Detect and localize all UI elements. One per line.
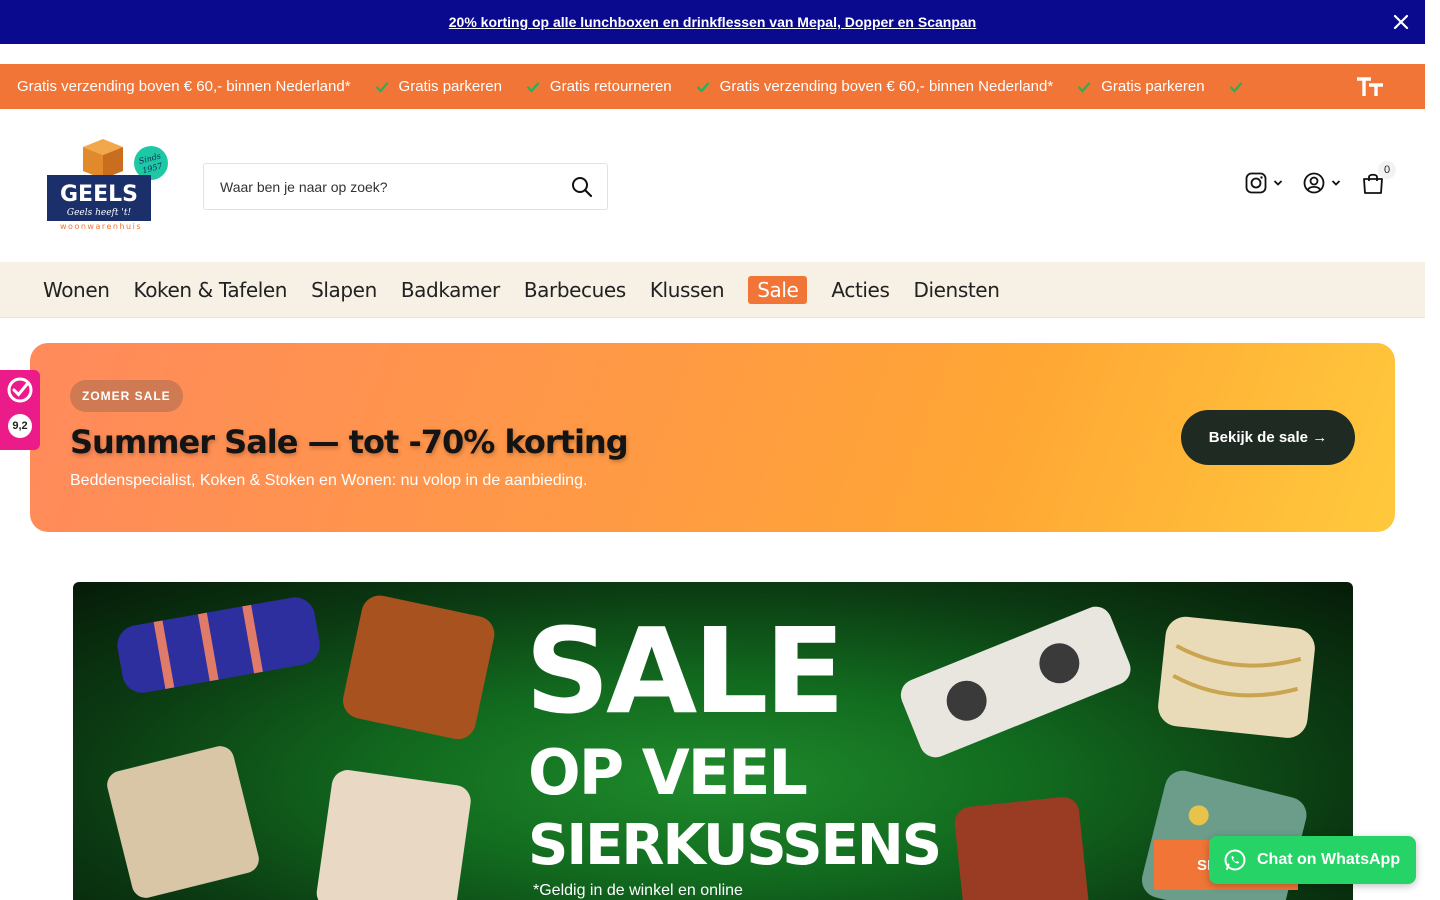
promo-title: Summer Sale — tot -70% korting bbox=[70, 423, 629, 461]
hero-subtitle: OP VEEL bbox=[528, 736, 808, 809]
instagram-menu[interactable] bbox=[1245, 172, 1283, 194]
user-icon bbox=[1303, 172, 1325, 194]
chevron-down-icon bbox=[1331, 180, 1341, 186]
check-icon bbox=[375, 81, 388, 93]
whatsapp-icon bbox=[1224, 849, 1246, 871]
nav-item-wonen[interactable]: Wonen bbox=[43, 278, 110, 302]
usp-bar: Gratis verzending boven € 60,- binnen Ne… bbox=[0, 64, 1425, 109]
nav-item-slapen[interactable]: Slapen bbox=[311, 278, 377, 302]
promo-pill: ZOMER SALE bbox=[70, 380, 183, 412]
usp-item: Gratis parkeren bbox=[375, 78, 502, 95]
hero-subtitle-2: SIERKUSSENS bbox=[528, 813, 942, 878]
whatsapp-chat-button[interactable]: Chat on WhatsApp bbox=[1209, 836, 1416, 884]
announcement-bar: 20% korting op alle lunchboxen en drinkf… bbox=[0, 0, 1425, 44]
rating-badge[interactable]: 9,2 bbox=[0, 370, 40, 450]
usp-item: Gratis verzending boven € 60,- binnen Ne… bbox=[696, 78, 1053, 95]
account-menu[interactable] bbox=[1303, 172, 1341, 194]
nav-item-klussen[interactable]: Klussen bbox=[650, 278, 725, 302]
usp-item: Gratis verzending boven € 60,- binnen Ne… bbox=[17, 78, 351, 95]
kiyoh-logo-icon bbox=[7, 377, 33, 403]
hero-title: SALE bbox=[525, 602, 845, 740]
check-icon bbox=[526, 81, 540, 93]
main-nav: Wonen Koken & Tafelen Slapen Badkamer Ba… bbox=[0, 262, 1425, 318]
announcement-link[interactable]: 20% korting op alle lunchboxen en drinkf… bbox=[449, 14, 976, 30]
cart-button[interactable]: 0 bbox=[1361, 161, 1396, 195]
view-sale-button[interactable]: Bekijk de sale → bbox=[1181, 410, 1355, 465]
header-actions: 0 bbox=[1245, 161, 1396, 195]
chevron-down-icon bbox=[1273, 180, 1283, 186]
nav-item-diensten[interactable]: Diensten bbox=[913, 278, 999, 302]
search-icon[interactable] bbox=[571, 176, 593, 198]
instagram-icon bbox=[1245, 172, 1267, 194]
svg-text:GEELS: GEELS bbox=[60, 182, 138, 207]
whatsapp-label: Chat on WhatsApp bbox=[1257, 851, 1401, 868]
promo-banner: ZOMER SALE Summer Sale — tot -70% kortin… bbox=[30, 343, 1395, 532]
search-bar bbox=[203, 163, 608, 210]
cart-count: 0 bbox=[1378, 161, 1396, 179]
check-icon bbox=[1078, 81, 1091, 93]
check-icon bbox=[1229, 81, 1242, 93]
usp-item: Gratis parkeren bbox=[1077, 78, 1205, 95]
nav-item-sale[interactable]: Sale bbox=[748, 275, 808, 304]
rating-score: 9,2 bbox=[8, 414, 32, 438]
text-size-icon[interactable] bbox=[1355, 75, 1385, 99]
usp-item: Gratis retourneren bbox=[526, 78, 672, 95]
nav-item-acties[interactable]: Acties bbox=[831, 278, 889, 302]
search-input[interactable] bbox=[204, 178, 554, 195]
site-header: Sinds 1957 GEELS Geels heeft 't! woonwar… bbox=[0, 109, 1425, 262]
nav-item-koken-tafelen[interactable]: Koken & Tafelen bbox=[134, 278, 288, 302]
usp-item bbox=[1229, 80, 1253, 94]
logo[interactable]: Sinds 1957 GEELS Geels heeft 't! woonwar… bbox=[45, 139, 170, 234]
svg-text:Geels heeft 't!: Geels heeft 't! bbox=[67, 208, 132, 218]
check-icon bbox=[696, 81, 709, 93]
close-icon[interactable] bbox=[1391, 12, 1411, 32]
nav-item-badkamer[interactable]: Badkamer bbox=[401, 278, 500, 302]
promo-subtitle: Beddenspecialist, Koken & Stoken en Wone… bbox=[70, 472, 588, 489]
hero-note: *Geldig in de winkel en online bbox=[533, 882, 743, 899]
svg-text:woonwarenhuis: woonwarenhuis bbox=[60, 222, 142, 231]
nav-item-barbecues[interactable]: Barbecues bbox=[524, 278, 626, 302]
